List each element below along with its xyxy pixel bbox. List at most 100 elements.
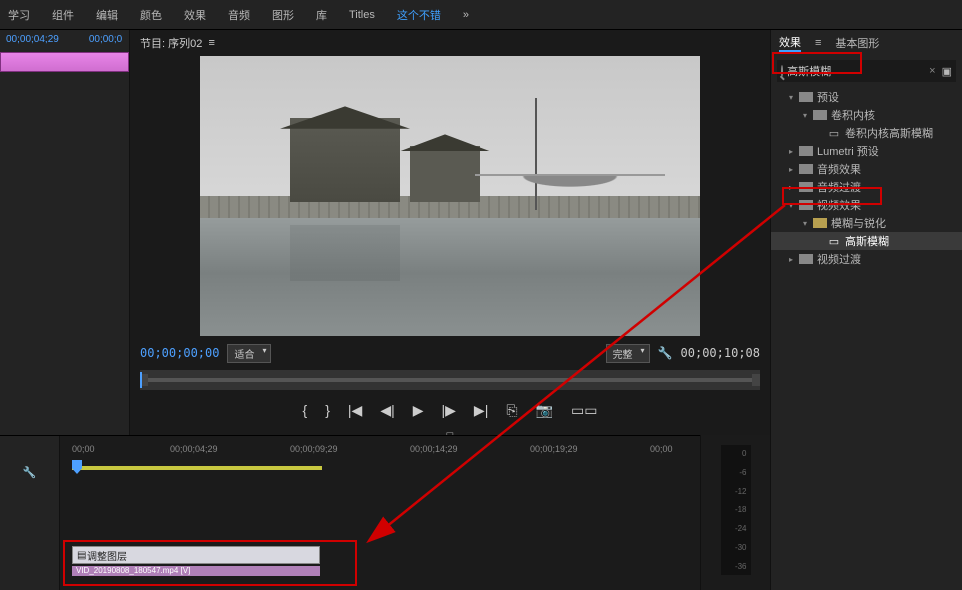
duration-timecode: 00;00;10;08 <box>681 346 760 360</box>
tree-item-label: 音频过渡 <box>817 179 861 195</box>
effects-tree-item[interactable]: ▾ 视频效果 <box>771 196 962 214</box>
transport-bar: { } |◀ ◀| ▶ |▶ ▶| ⎘ 📷 ▭▭ <box>130 390 770 430</box>
menu-item[interactable]: 组件 <box>52 7 74 23</box>
compare-icon[interactable]: ▭▭ <box>571 402 597 419</box>
folder-icon <box>813 218 827 228</box>
folder-icon <box>799 254 813 264</box>
effects-tree-item[interactable]: ▸ 音频效果 <box>771 160 962 178</box>
effects-tree-item[interactable]: ▭ 高斯模糊 <box>771 232 962 250</box>
meter-mark: -30 <box>735 543 747 552</box>
zoom-dropdown[interactable]: 适合 <box>227 344 271 363</box>
effects-tree-item[interactable]: ▸ 音频过渡 <box>771 178 962 196</box>
panel-menu-icon[interactable]: ≡ <box>815 37 821 49</box>
wrench-icon[interactable]: 🔧 <box>658 346 673 360</box>
effects-tree-item[interactable]: ▾ 预设 <box>771 88 962 106</box>
expand-arrow-icon[interactable]: ▸ <box>789 183 799 192</box>
menu-item[interactable]: 编辑 <box>96 7 118 23</box>
timeline-tools: 🔧 <box>0 436 60 590</box>
effects-panel: 效果 ≡ 基本图形 × ▣ ▾ 预设▾卷积内核▭卷积内核高斯模糊 ▸ Lumetri … <box>770 30 962 590</box>
effects-tree-item[interactable]: ▭卷积内核高斯模糊 <box>771 124 962 142</box>
playhead[interactable] <box>72 460 82 474</box>
menu-item-active[interactable]: 这个不错 <box>397 7 441 23</box>
expand-arrow-icon[interactable]: ▸ <box>789 255 799 264</box>
meter-mark: -6 <box>739 468 746 477</box>
quality-dropdown[interactable]: 完整 <box>606 344 650 363</box>
expand-arrow-icon[interactable]: ▾ <box>803 111 813 120</box>
tree-item-label: 音频效果 <box>817 161 861 177</box>
menu-item[interactable]: 学习 <box>8 7 30 23</box>
clip-label: VID_20190808_180547.mp4 [V] <box>76 566 190 575</box>
timeline-panel: 🔧 00;0000;00;04;2900;00;09;2900;00;14;29… <box>0 435 770 590</box>
clip-label: 调整图层 <box>87 548 127 563</box>
effects-tree-item[interactable]: ▸视频过渡 <box>771 250 962 268</box>
tree-item-label: 预设 <box>817 89 839 105</box>
panel-box-icon[interactable]: ▣ <box>942 65 952 78</box>
ruler-tick: 00;00;19;29 <box>530 444 578 454</box>
search-icon <box>781 65 783 77</box>
tree-item-label: 模糊与锐化 <box>831 215 886 231</box>
menu-more-icon[interactable]: » <box>463 9 469 21</box>
scrubber[interactable] <box>140 370 760 390</box>
panel-menu-icon[interactable]: ≡ <box>208 37 214 49</box>
menu-item[interactable]: Titles <box>349 9 375 21</box>
effects-tree-item[interactable]: ▸ Lumetri 预设 <box>771 142 962 160</box>
effect-icon: ▭ <box>827 127 841 140</box>
folder-icon <box>799 182 813 192</box>
meter-mark: -24 <box>735 524 747 533</box>
expand-arrow-icon[interactable]: ▾ <box>789 201 799 210</box>
menu-item[interactable]: 音频 <box>228 7 250 23</box>
menu-item[interactable]: 效果 <box>184 7 206 23</box>
tab-effects[interactable]: 效果 <box>779 34 801 52</box>
menu-item[interactable]: 库 <box>316 7 327 23</box>
video-clip[interactable]: VID_20190808_180547.mp4 [V] <box>72 566 320 576</box>
tool-wrench-icon[interactable]: 🔧 <box>23 466 37 479</box>
effects-tree-item[interactable]: ▾卷积内核 <box>771 106 962 124</box>
meter-mark: -12 <box>735 487 747 496</box>
source-clip-bar[interactable] <box>0 52 129 72</box>
work-area-bar[interactable] <box>72 466 322 470</box>
mark-in-button[interactable]: { <box>303 402 308 418</box>
play-button[interactable]: ▶ <box>413 402 424 419</box>
expand-arrow-icon[interactable]: ▸ <box>789 165 799 174</box>
go-to-in-button[interactable]: |◀ <box>348 402 362 419</box>
search-input[interactable] <box>787 65 929 77</box>
ruler-tick: 00;00 <box>72 444 95 454</box>
step-forward-button[interactable]: |▶ <box>442 402 456 419</box>
effects-tree-item[interactable]: ▾ 模糊与锐化 <box>771 214 962 232</box>
adjustment-layer-clip[interactable]: ▤ 调整图层 <box>72 546 320 564</box>
expand-arrow-icon[interactable]: ▾ <box>803 219 813 228</box>
top-menu: 学习 组件 编辑 颜色 效果 音频 图形 库 Titles 这个不错 » <box>0 0 962 30</box>
mark-out-button[interactable]: } <box>325 402 330 418</box>
program-title: 节目: 序列02 <box>140 35 202 51</box>
meter-mark: 0 <box>742 449 746 458</box>
menu-item[interactable]: 图形 <box>272 7 294 23</box>
step-back-button[interactable]: ◀| <box>380 402 394 419</box>
expand-arrow-icon[interactable]: ▾ <box>789 93 799 102</box>
meter-mark: -18 <box>735 505 747 514</box>
audio-meter: 0 -6 -12 -18 -24 -30 -36 <box>700 435 770 590</box>
go-to-out-button[interactable]: ▶| <box>474 402 488 419</box>
tab-essential-graphics[interactable]: 基本图形 <box>835 35 879 51</box>
program-title-bar: 节目: 序列02 ≡ <box>130 30 770 56</box>
folder-icon <box>799 200 813 210</box>
ruler-tick: 00;00;04;29 <box>170 444 218 454</box>
export-frame-button[interactable]: ⎘ <box>506 402 517 419</box>
timecode-label: 00;00;0 <box>89 34 122 48</box>
menu-item[interactable]: 颜色 <box>140 7 162 23</box>
tree-item-label: 视频效果 <box>817 197 861 213</box>
current-timecode[interactable]: 00;00;00;00 <box>140 346 219 360</box>
camera-icon[interactable]: 📷 <box>536 402 553 419</box>
tree-item-label: 高斯模糊 <box>845 233 889 249</box>
program-monitor[interactable] <box>200 56 700 336</box>
meter-mark: -36 <box>735 562 747 571</box>
timeline-tracks[interactable]: ▤ 调整图层 VID_20190808_180547.mp4 [V] <box>60 486 750 590</box>
ruler-tick: 00;00 <box>650 444 673 454</box>
timeline-ruler[interactable]: 00;0000;00;04;2900;00;09;2900;00;14;2900… <box>60 444 750 464</box>
folder-icon <box>799 164 813 174</box>
tree-item-label: Lumetri 预设 <box>817 143 879 159</box>
effect-icon: ▭ <box>827 235 841 248</box>
effects-search[interactable]: × ▣ <box>777 60 956 82</box>
ruler-tick: 00;00;09;29 <box>290 444 338 454</box>
clear-search-button[interactable]: × <box>929 65 935 77</box>
expand-arrow-icon[interactable]: ▸ <box>789 147 799 156</box>
